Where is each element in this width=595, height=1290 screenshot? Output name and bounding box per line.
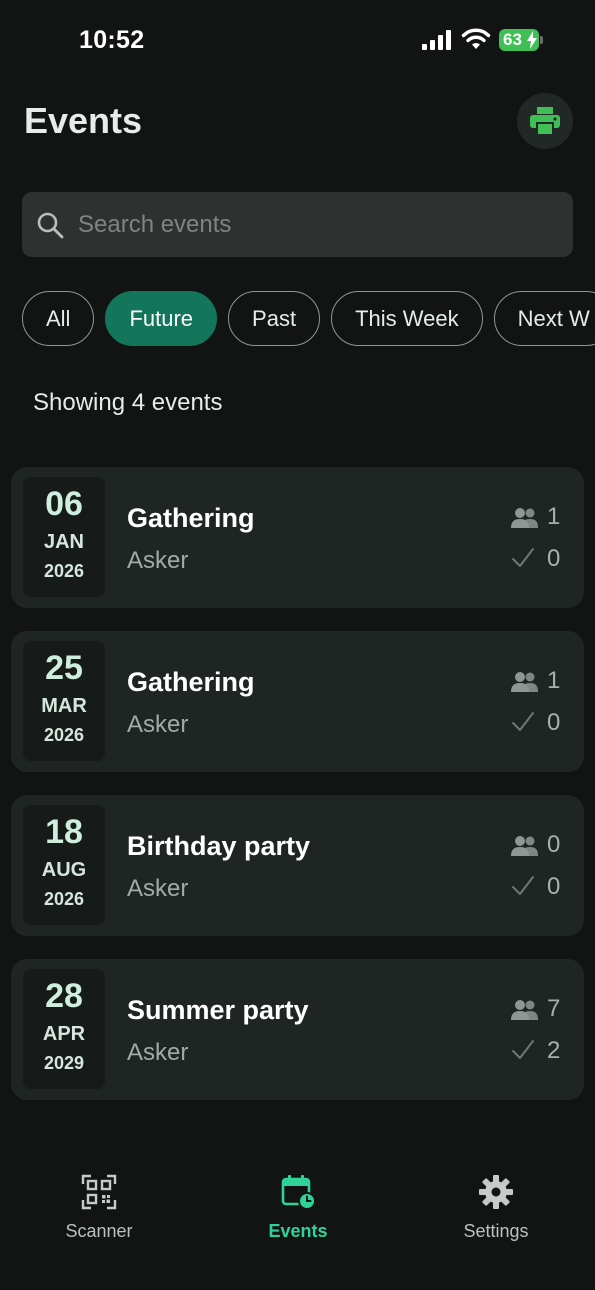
- attendee-count: 1: [547, 503, 561, 530]
- event-year: 2029: [43, 1053, 85, 1073]
- event-title: Birthday party: [127, 831, 311, 861]
- printer-icon: [530, 107, 560, 136]
- gear-icon: [479, 1175, 513, 1209]
- battery-cap: [540, 36, 543, 44]
- checked-in-count: 0: [547, 873, 561, 900]
- checked-in-count: 2: [547, 1037, 561, 1064]
- search-input[interactable]: [78, 192, 558, 257]
- filter-chip-past[interactable]: Past: [228, 291, 321, 346]
- event-year: 2026: [43, 561, 85, 581]
- event-day: 28: [45, 977, 83, 1015]
- qr-code-icon: [81, 1174, 117, 1210]
- people-icon: [511, 836, 538, 856]
- status-time: 10:52: [79, 26, 145, 54]
- search-icon: [37, 212, 64, 239]
- event-day: 06: [45, 485, 83, 523]
- event-location: Asker: [127, 711, 189, 738]
- event-title: Gathering: [127, 503, 255, 533]
- event-date: 28 APR 2029: [23, 969, 105, 1089]
- event-day: 18: [45, 813, 83, 851]
- event-day: 25: [45, 649, 83, 687]
- event-card[interactable]: 28 APR 2029 Summer party Asker 7 2: [11, 959, 584, 1100]
- event-year: 2026: [43, 725, 85, 745]
- charging-bolt-icon: [527, 31, 537, 49]
- event-year: 2026: [43, 889, 85, 909]
- page-title: Events: [24, 100, 143, 141]
- filter-chip-future[interactable]: Future: [105, 291, 218, 346]
- attendee-count: 1: [547, 667, 561, 694]
- event-month: AUG: [41, 859, 87, 881]
- event-location: Asker: [127, 875, 189, 902]
- event-card[interactable]: 18 AUG 2026 Birthday party Asker 0 0: [11, 795, 584, 936]
- checked-in-count: 0: [547, 545, 561, 572]
- calendar-icon: [281, 1175, 316, 1210]
- event-title: Gathering: [127, 667, 255, 697]
- people-icon: [511, 672, 538, 692]
- bottom-nav: Scanner Events Settings: [0, 1160, 595, 1290]
- event-card[interactable]: 06 JAN 2026 Gathering Asker 1 0: [11, 467, 584, 608]
- attendee-count: 0: [547, 831, 561, 858]
- nav-events[interactable]: Events: [218, 1160, 378, 1260]
- checked-in-count: 0: [547, 709, 561, 736]
- nav-label-events: Events: [268, 1221, 328, 1241]
- checkmark-icon: [512, 1040, 534, 1059]
- event-title: Summer party: [127, 995, 309, 1025]
- event-date: 18 AUG 2026: [23, 805, 105, 925]
- filter-chip-all[interactable]: All: [22, 291, 95, 346]
- event-date: 06 JAN 2026: [23, 477, 105, 597]
- filter-chips: All Future Past This Week Next W: [22, 291, 595, 346]
- events-screen: 10:52 63 Events Search events All Future…: [0, 0, 595, 1290]
- checkmark-icon: [512, 712, 534, 731]
- cellular-signal-icon: [422, 30, 451, 50]
- checkmark-icon: [512, 876, 534, 895]
- print-button[interactable]: [517, 93, 573, 149]
- search-bar[interactable]: [22, 192, 573, 257]
- event-month: MAR: [41, 695, 87, 717]
- event-list: 06 JAN 2026 Gathering Asker 1 0 25 MAR 2…: [11, 467, 584, 1123]
- status-bar: 10:52 63: [0, 0, 595, 80]
- battery-indicator: 63: [499, 29, 543, 51]
- event-location: Asker: [127, 1039, 189, 1066]
- event-date: 25 MAR 2026: [23, 641, 105, 761]
- event-month: JAN: [43, 531, 84, 553]
- event-month: APR: [42, 1023, 86, 1045]
- wifi-icon: [461, 28, 491, 49]
- event-location: Asker: [127, 547, 189, 574]
- attendee-count: 7: [547, 995, 561, 1022]
- nav-settings[interactable]: Settings: [416, 1160, 576, 1260]
- people-icon: [511, 508, 538, 528]
- filter-chip-next-week[interactable]: Next W: [493, 291, 595, 346]
- nav-scanner[interactable]: Scanner: [19, 1160, 179, 1260]
- event-card[interactable]: 25 MAR 2026 Gathering Asker 1 0: [11, 631, 584, 772]
- nav-label-settings: Settings: [463, 1221, 529, 1241]
- events-count-label: Showing 4 events: [33, 389, 223, 416]
- checkmark-icon: [512, 548, 534, 567]
- people-icon: [511, 1000, 538, 1020]
- nav-label-scanner: Scanner: [65, 1221, 133, 1241]
- filter-chip-this-week[interactable]: This Week: [331, 291, 483, 346]
